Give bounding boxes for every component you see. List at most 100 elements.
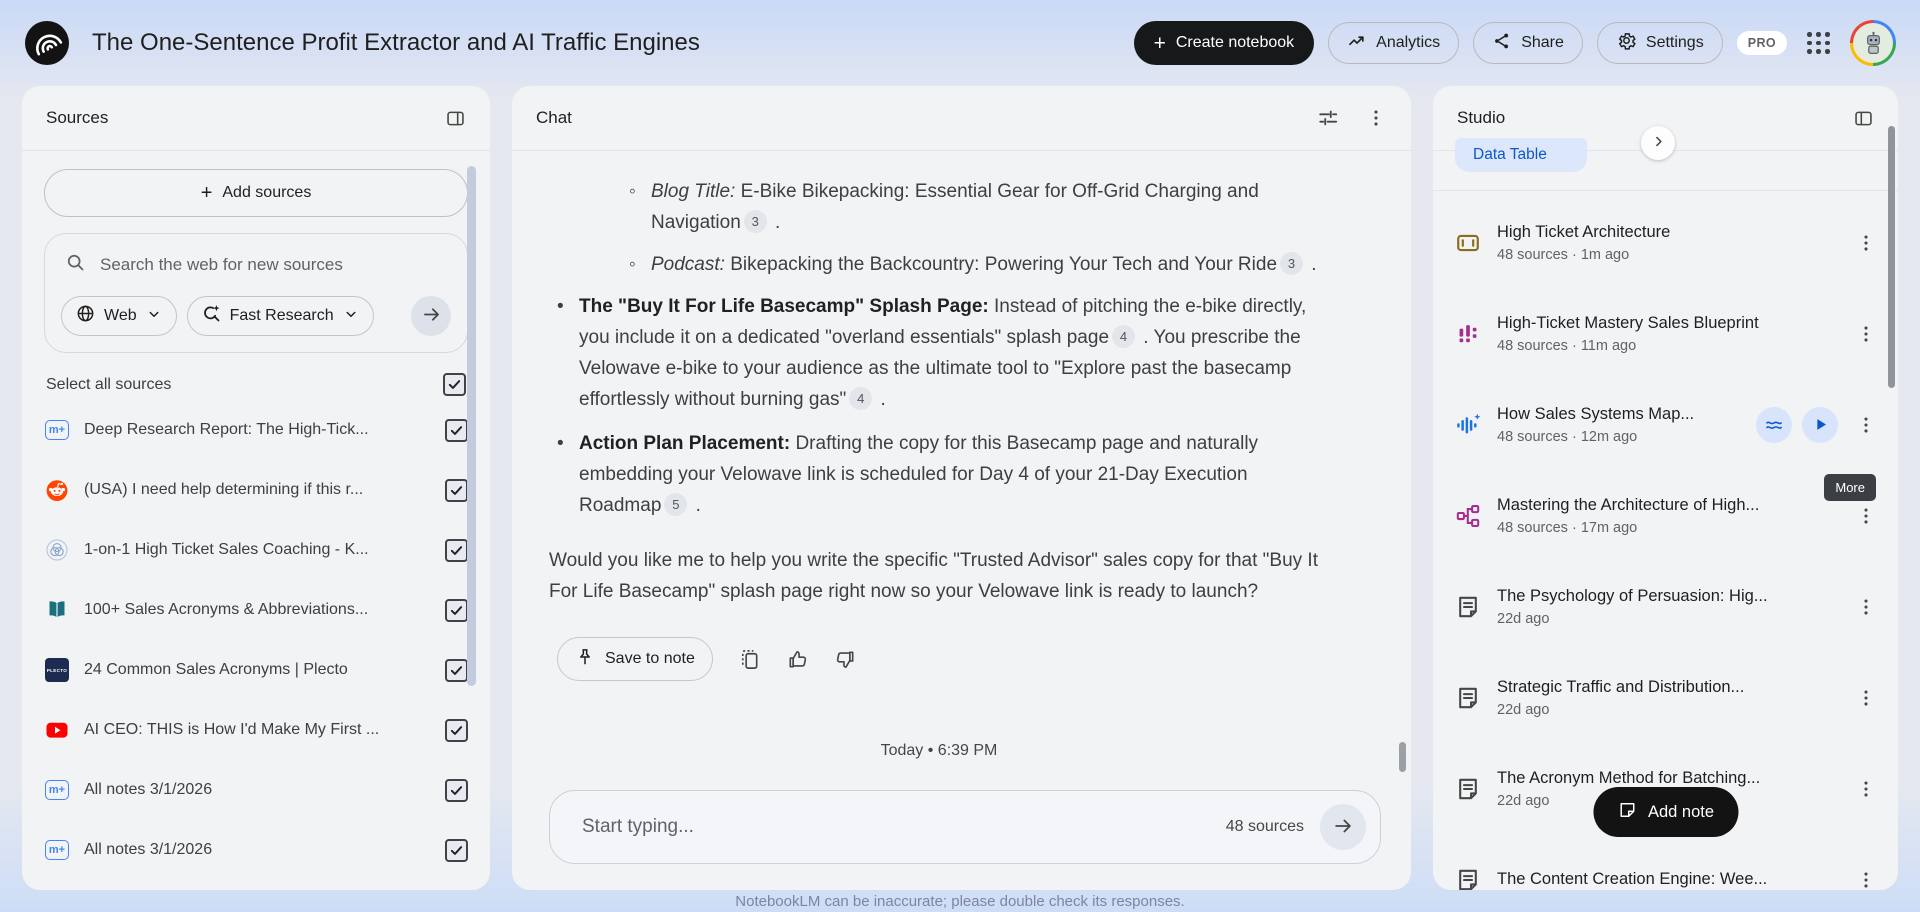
- studio-item-text: How Sales Systems Map... 48 sources · 12m…: [1497, 405, 1742, 445]
- collapse-studio-panel-icon[interactable]: [1853, 108, 1874, 129]
- apps-grid-icon[interactable]: [1807, 32, 1830, 54]
- citation-chip[interactable]: 3: [744, 210, 767, 233]
- studio-item-title: The Psychology of Persuasion: Hig...: [1497, 587, 1840, 606]
- settings-label: Settings: [1646, 34, 1704, 52]
- thumbs-up-icon[interactable]: [786, 648, 809, 671]
- source-checkbox[interactable]: [445, 599, 468, 622]
- studio-item[interactable]: High Ticket Architecture48 sources · 1m …: [1433, 197, 1898, 288]
- item-more-menu-icon[interactable]: [1854, 414, 1878, 436]
- source-checkbox[interactable]: [445, 539, 468, 562]
- studio-scrollbar[interactable]: [1888, 126, 1895, 388]
- copy-icon[interactable]: [738, 648, 761, 671]
- source-list-item[interactable]: (USA) I need help determining if this r.…: [44, 460, 468, 520]
- item-more-menu-icon[interactable]: [1854, 505, 1878, 527]
- source-checkbox[interactable]: [445, 659, 468, 682]
- studio-panel-title: Studio: [1457, 108, 1505, 128]
- studio-item[interactable]: High-Ticket Mastery Sales Blueprint48 so…: [1433, 288, 1898, 379]
- chevron-right-icon: [1649, 132, 1668, 154]
- citation-chip[interactable]: 4: [849, 387, 872, 410]
- trending-up-icon: [1347, 31, 1367, 56]
- chat-input[interactable]: [580, 815, 1216, 839]
- citation-chip[interactable]: 4: [1112, 325, 1135, 348]
- source-checkbox[interactable]: [445, 839, 468, 862]
- add-note-button[interactable]: Add note: [1593, 787, 1738, 837]
- studio-item[interactable]: The Psychology of Persuasion: Hig...22d …: [1433, 561, 1898, 652]
- studio-item-title: Strategic Traffic and Distribution...: [1497, 678, 1840, 697]
- studio-item-meta: 22d ago: [1497, 702, 1840, 718]
- studio-item-title: High-Ticket Mastery Sales Blueprint: [1497, 314, 1840, 333]
- create-notebook-button[interactable]: + Create notebook: [1134, 21, 1315, 65]
- save-to-note-button[interactable]: Save to note: [557, 637, 713, 681]
- source-list-item[interactable]: 1-on-1 High Ticket Sales Coaching - K...: [44, 520, 468, 580]
- studio-item-meta: 48 sources · 12m ago: [1497, 429, 1742, 445]
- chat-scrollbar[interactable]: [1399, 742, 1406, 772]
- analytics-button[interactable]: Analytics: [1328, 22, 1459, 64]
- source-list-item[interactable]: m+All notes 3/1/2026: [44, 820, 468, 880]
- item-more-menu-icon[interactable]: [1854, 687, 1878, 709]
- scroll-chips-right-button[interactable]: [1641, 126, 1675, 160]
- web-filter-dropdown[interactable]: Web: [61, 296, 177, 336]
- notebook-title[interactable]: The One-Sentence Profit Extractor and AI…: [92, 29, 700, 57]
- play-icon[interactable]: [1802, 407, 1838, 443]
- report-icon: [1453, 867, 1483, 891]
- citation-chip[interactable]: 3: [1280, 252, 1303, 275]
- interactive-mode-icon[interactable]: [1756, 407, 1792, 443]
- sources-scrollbar[interactable]: [467, 166, 476, 686]
- chat-scroll-area[interactable]: ◦Blog Title: E-Bike Bikepacking: Essenti…: [512, 150, 1411, 774]
- studio-item[interactable]: The Content Creation Engine: Wee...: [1433, 834, 1898, 890]
- create-notebook-label: Create notebook: [1176, 34, 1294, 52]
- source-checkbox[interactable]: [445, 479, 468, 502]
- item-more-menu-icon[interactable]: [1854, 232, 1878, 254]
- item-more-menu-icon[interactable]: [1854, 596, 1878, 618]
- item-more-menu-icon[interactable]: [1854, 778, 1878, 800]
- send-message-button[interactable]: [1320, 804, 1366, 850]
- research-mode-dropdown[interactable]: Fast Research: [187, 296, 374, 336]
- source-title: Deep Research Report: The High-Tick...: [84, 421, 431, 439]
- thumbs-down-icon[interactable]: [834, 648, 857, 671]
- user-avatar[interactable]: [1850, 20, 1896, 66]
- youtube-icon: [44, 718, 70, 742]
- share-button[interactable]: Share: [1473, 22, 1583, 64]
- analytics-label: Analytics: [1376, 34, 1440, 52]
- item-more-menu-icon[interactable]: [1854, 869, 1878, 891]
- select-all-checkbox[interactable]: [443, 373, 466, 396]
- arrow-right-icon: [421, 304, 442, 328]
- source-checkbox[interactable]: [445, 719, 468, 742]
- avatar-image: [1853, 23, 1893, 63]
- source-checkbox[interactable]: [445, 779, 468, 802]
- search-icon: [65, 252, 86, 278]
- item-more-menu-icon[interactable]: [1854, 323, 1878, 345]
- sources-panel: Sources + Add sources Web: [22, 86, 490, 890]
- bullet-marker: ◦: [629, 176, 636, 207]
- source-checkbox[interactable]: [445, 419, 468, 442]
- data-table-chip[interactable]: Data Table: [1455, 138, 1587, 172]
- source-list-item[interactable]: PLECTO24 Common Sales Acronyms | Plecto: [44, 640, 468, 700]
- add-sources-button[interactable]: + Add sources: [44, 169, 468, 217]
- studio-item[interactable]: Strategic Traffic and Distribution... 22d…: [1433, 652, 1898, 743]
- studio-item-text: High Ticket Architecture48 sources · 1m …: [1497, 223, 1840, 263]
- source-list-item[interactable]: 100+ Sales Acronyms & Abbreviations...: [44, 580, 468, 640]
- source-list-item[interactable]: m+All notes 3/1/2026: [44, 760, 468, 820]
- search-submit-button[interactable]: [411, 296, 451, 336]
- notebooklm-logo[interactable]: [24, 20, 70, 66]
- studio-panel: Studio Data Table High Ticket Architectu…: [1433, 86, 1898, 890]
- web-search-input[interactable]: [98, 254, 447, 276]
- chat-more-menu-icon[interactable]: [1365, 107, 1387, 129]
- citation-chip[interactable]: 5: [664, 493, 687, 516]
- studio-item-title: The Content Creation Engine: Wee...: [1497, 870, 1840, 889]
- settings-button[interactable]: Settings: [1597, 22, 1723, 64]
- report-icon: [1453, 594, 1483, 620]
- chat-message: ◦Blog Title: E-Bike Bikepacking: Essenti…: [629, 176, 1329, 238]
- plus-icon: +: [201, 182, 213, 205]
- chat-settings-tune-icon[interactable]: [1317, 107, 1339, 129]
- studio-item-title: How Sales Systems Map...: [1497, 405, 1742, 424]
- source-list-item[interactable]: AI CEO: THIS is How I'd Make My First ..…: [44, 700, 468, 760]
- bullet-marker: •: [557, 291, 564, 322]
- studio-item[interactable]: How Sales Systems Map... 48 sources · 12m…: [1433, 379, 1898, 470]
- add-sources-label: Add sources: [222, 184, 311, 202]
- studio-item-title: High Ticket Architecture: [1497, 223, 1840, 242]
- source-list-item[interactable]: m+Deep Research Report: The High-Tick...: [44, 400, 468, 460]
- chat-message: •Action Plan Placement: Drafting the cop…: [557, 428, 1329, 521]
- collapse-sources-panel-icon[interactable]: [445, 108, 466, 129]
- panels-row: Sources + Add sources Web: [22, 86, 1898, 890]
